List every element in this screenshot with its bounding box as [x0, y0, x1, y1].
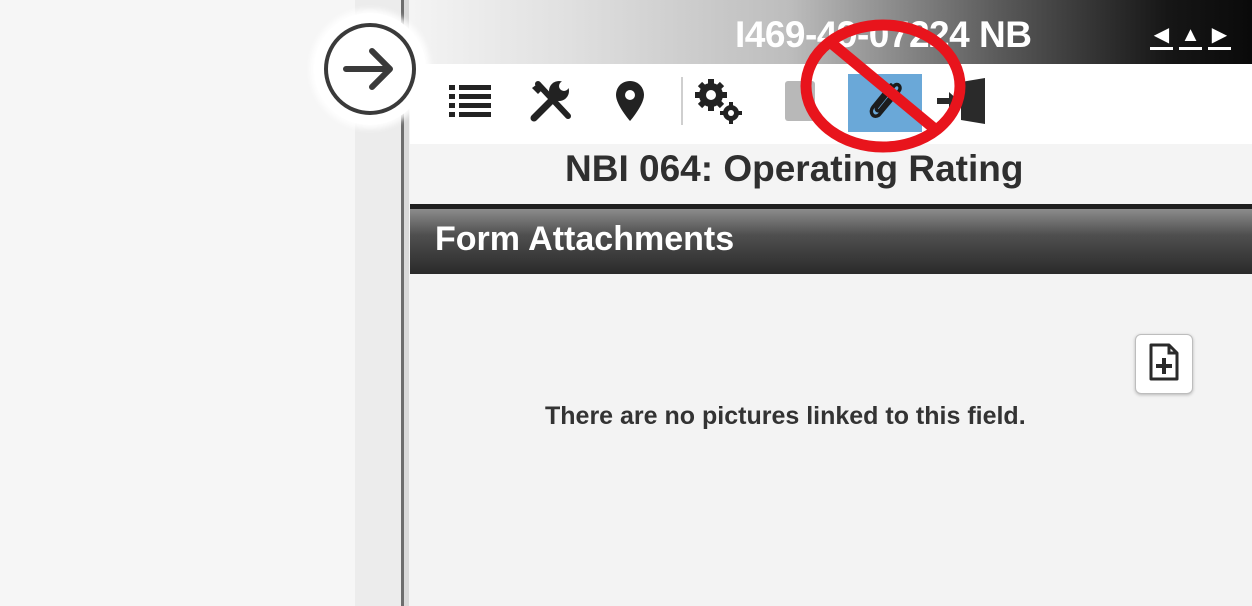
gears-icon — [692, 77, 744, 130]
asset-id-title: I469-49-07224 NB — [735, 14, 1032, 55]
up-record-button[interactable]: ▲ — [1179, 24, 1202, 50]
add-attachment-button[interactable] — [1135, 334, 1193, 394]
add-file-icon — [1148, 343, 1180, 386]
map-pin-icon — [615, 79, 645, 128]
attachments-content — [410, 274, 1252, 606]
arrow-right-circle-icon — [324, 23, 416, 115]
paperclip-icon — [861, 77, 909, 130]
list-button[interactable] — [445, 74, 495, 132]
attachments-button[interactable] — [848, 74, 922, 132]
location-button[interactable] — [610, 74, 650, 132]
document-button[interactable] — [775, 74, 825, 132]
form-title: NBI 064: Operating Rating — [565, 148, 1024, 189]
exit-button[interactable] — [930, 74, 992, 132]
tools-button[interactable] — [525, 74, 577, 132]
toolbar-separator — [681, 77, 683, 125]
document-icon — [783, 79, 817, 128]
left-pane — [0, 0, 355, 606]
settings-button[interactable] — [688, 74, 748, 132]
previous-record-button[interactable]: ◀ — [1150, 24, 1173, 50]
list-icon — [449, 82, 491, 125]
collapse-panel-button[interactable] — [314, 13, 426, 125]
toolbar — [410, 64, 1252, 144]
empty-attachments-message: There are no pictures linked to this fie… — [545, 402, 1026, 430]
next-record-button[interactable]: ▶ — [1208, 24, 1231, 50]
record-navigation: ◀ ▲ ▶ — [1150, 24, 1231, 50]
section-title: Form Attachments — [435, 220, 735, 258]
exit-door-icon — [933, 76, 989, 131]
tools-icon — [528, 78, 574, 129]
